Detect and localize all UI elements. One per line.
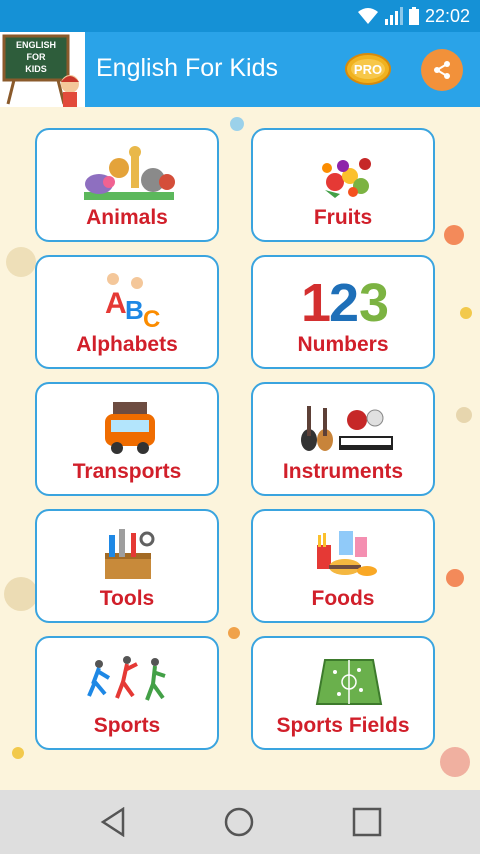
numbers-icon: 1 2 3 [301, 273, 389, 331]
bg-bubble [440, 747, 470, 777]
recents-icon [352, 807, 382, 837]
transports-icon [105, 402, 155, 454]
app-title: English For Kids [96, 54, 279, 82]
bg-bubble [230, 117, 244, 131]
logo-text-2: FOR [27, 52, 46, 62]
sports-icon [87, 656, 166, 701]
logo-text-3: KIDS [25, 64, 47, 74]
recents-button[interactable] [349, 804, 385, 840]
tile-label: Sports [93, 714, 161, 737]
tile-label: Numbers [297, 333, 389, 356]
tile-label: Fruits [313, 206, 373, 229]
bg-bubble [6, 247, 36, 277]
category-tile-alphabets[interactable]: A B C Alphabets [35, 255, 219, 369]
category-tile-sports[interactable]: Sports [35, 636, 219, 750]
tile-label: Tools [99, 587, 155, 610]
home-button[interactable] [221, 804, 257, 840]
home-icon [224, 807, 254, 837]
bg-bubble [12, 747, 24, 759]
numbers-art-3: 3 [359, 273, 389, 331]
bg-bubble [446, 569, 464, 587]
category-tile-transports[interactable]: Transports [35, 382, 219, 496]
bg-bubble [444, 225, 464, 245]
svg-text:A: A [105, 287, 127, 320]
back-button[interactable] [95, 804, 131, 840]
category-tile-numbers[interactable]: 1 2 3 Numbers [251, 255, 435, 369]
tile-label: Instruments [282, 460, 404, 483]
tile-label: Foods [311, 587, 375, 610]
fruits-icon [322, 158, 371, 198]
category-tile-instruments[interactable]: Instruments [251, 382, 435, 496]
tile-label: Animals [86, 206, 168, 229]
tools-icon [105, 529, 155, 579]
navigation-bar [0, 790, 480, 854]
category-tile-sports-fields[interactable]: Sports Fields [251, 636, 435, 750]
numbers-art-1: 1 [301, 273, 331, 331]
battery-icon [408, 7, 419, 25]
category-tile-foods[interactable]: Foods [251, 509, 435, 623]
category-tile-fruits[interactable]: Fruits [251, 128, 435, 242]
alphabets-icon: A B C [105, 273, 160, 331]
signal-icon [384, 7, 403, 25]
pro-badge-text: PRO [354, 62, 382, 77]
category-grid: Animals Fruits A B C Alphabets 1 2 3 Num… [0, 107, 480, 790]
category-tile-animals[interactable]: Animals [35, 128, 219, 242]
tile-label: Transports [72, 460, 182, 483]
bg-bubble [4, 577, 38, 611]
tile-label: Sports Fields [276, 714, 410, 737]
wifi-icon [357, 8, 378, 24]
app-logo: ENGLISH FOR KIDS [0, 32, 85, 107]
app-bar: ENGLISH FOR KIDS English For Kids PRO [0, 32, 480, 107]
status-bar: 22:02 [0, 0, 480, 32]
category-tile-tools[interactable]: Tools [35, 509, 219, 623]
status-icons: 22:02 [357, 0, 470, 32]
foods-icon [317, 531, 377, 576]
back-icon [100, 807, 125, 837]
bg-bubble [460, 307, 472, 319]
numbers-art-2: 2 [329, 273, 359, 331]
share-button[interactable] [421, 49, 463, 91]
bg-bubble [456, 407, 472, 423]
sports-fields-icon [315, 659, 383, 705]
pro-badge-button[interactable]: PRO [345, 51, 391, 87]
animals-icon [84, 146, 175, 200]
status-time: 22:02 [424, 5, 470, 26]
logo-text-1: ENGLISH [16, 40, 56, 50]
instruments-icon [301, 406, 393, 451]
tile-label: Alphabets [76, 333, 178, 356]
svg-text:B: B [125, 295, 144, 325]
svg-text:C: C [143, 306, 160, 331]
share-icon [434, 61, 450, 79]
bg-bubble [228, 627, 240, 639]
